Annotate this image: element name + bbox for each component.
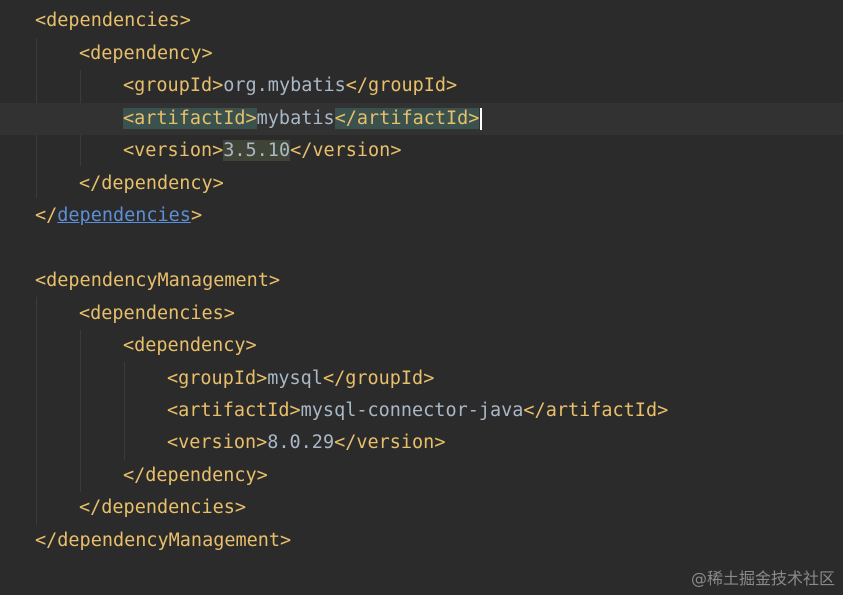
xml-tag: <dependency> [123,335,257,356]
code-line[interactable]: <dependencies> [0,5,843,37]
code-line[interactable]: <dependencies> [0,298,843,330]
code-line[interactable]: <groupId>mysql</groupId> [0,363,843,395]
xml-tag: <dependencyManagement> [35,270,281,291]
code-line[interactable]: <artifactId>mysql-connector-java</artifa… [0,395,843,427]
xml-tag: </artifactId> [523,400,669,421]
code-line[interactable]: <dependencyManagement> [0,265,843,297]
code-line[interactable]: <groupId>org.mybatis</groupId> [0,70,843,102]
xml-tag: </ [35,205,58,226]
xml-tag: </dependency> [79,173,224,194]
code-line[interactable]: </dependency> [0,460,843,492]
xml-value: org.mybatis [223,75,346,96]
code-line[interactable]: </dependencyManagement> [0,525,843,557]
xml-tag: <groupId> [123,75,224,96]
code-line-empty[interactable] [0,233,843,265]
code-line[interactable]: </dependencies> [0,492,843,524]
code-line[interactable]: <dependency> [0,330,843,362]
xml-tag: </dependencyManagement> [35,530,292,551]
xml-value: mysql-connector-java [300,400,524,421]
xml-tag: <version> [123,140,224,161]
xml-value: mybatis [256,108,335,129]
xml-tag: <dependency> [79,43,213,64]
code-line[interactable]: </dependency> [0,168,843,200]
xml-tag: <groupId> [167,368,268,389]
code-line[interactable]: </dependencies> [0,200,843,232]
xml-tag-link[interactable]: dependencies [57,205,191,226]
xml-tag-highlighted: </artifactId> [334,108,480,129]
code-line[interactable]: <dependency> [0,38,843,70]
xml-tag-highlighted: <artifactId> [123,108,257,129]
xml-value-highlighted: 3.5.10 [223,140,291,161]
xml-tag: <dependencies> [79,303,235,324]
xml-value: 8.0.29 [267,432,335,453]
xml-tag: </groupId> [345,75,458,96]
xml-tag: <artifactId> [167,400,301,421]
xml-value: mysql [267,368,323,389]
code-line[interactable]: <version>3.5.10</version> [0,135,843,167]
xml-tag: </groupId> [322,368,435,389]
watermark: @稀土掘金技术社区 [690,569,835,588]
xml-tag: </dependencies> [79,497,247,518]
xml-tag: > [190,205,203,226]
code-editor[interactable]: <dependencies> <dependency> <groupId>org… [0,0,843,595]
xml-tag: <version> [167,432,268,453]
text-caret [480,108,483,130]
code-line-current[interactable]: <artifactId>mybatis</artifactId> [0,103,843,135]
xml-tag: </version> [290,140,402,161]
xml-tag: </dependency> [123,465,268,486]
xml-tag: </version> [334,432,446,453]
xml-tag: <dependencies> [35,10,191,31]
code-line[interactable]: <version>8.0.29</version> [0,427,843,459]
